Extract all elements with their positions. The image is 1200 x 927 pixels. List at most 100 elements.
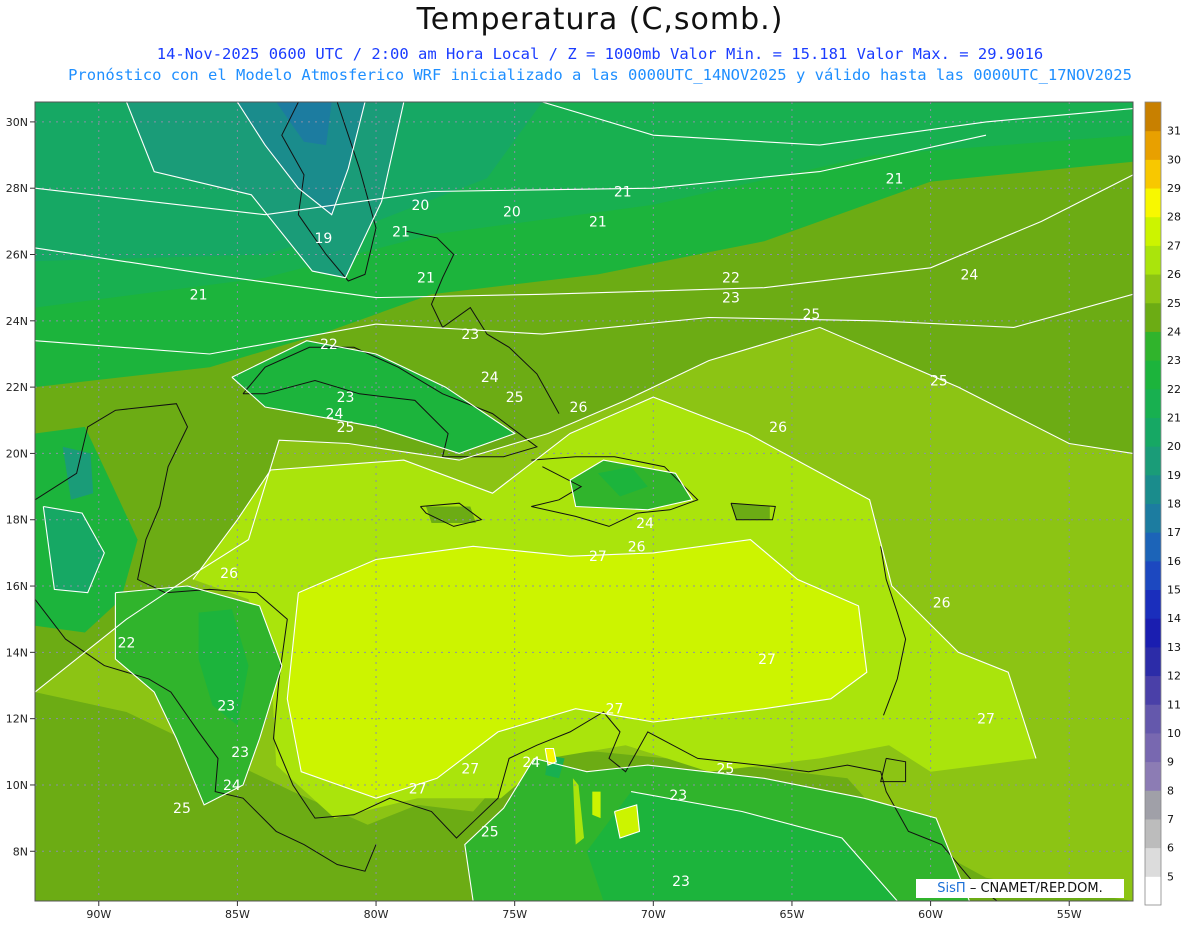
contour-label-26: 26: [220, 566, 238, 582]
contour-label-23: 23: [672, 874, 690, 890]
xtick-label: 85W: [225, 908, 250, 921]
contour-label-19: 19: [314, 231, 332, 247]
ytick-label: 22N: [6, 381, 28, 394]
map-canvas: 20 20 19 21 21 21 21 21 21 22 23 23 22 24 24 25 25 25 23 24…: [6, 101, 1181, 921]
colorbar-swatch: [1145, 532, 1161, 562]
contour-label-22: 22: [722, 271, 740, 287]
ytick-label: 10N: [6, 779, 28, 792]
contour-label-24: 24: [960, 267, 978, 283]
contour-label-26: 26: [570, 400, 588, 416]
colorbar-swatch: [1145, 360, 1161, 390]
map-title: Temperatura (C,somb.): [416, 2, 784, 37]
colorbar-label: 28: [1167, 211, 1181, 224]
colorbar-swatch: [1145, 618, 1161, 648]
colorbar-swatch: [1145, 188, 1161, 218]
colorbar-label: 9: [1167, 756, 1174, 769]
colorbar-label: 8: [1167, 784, 1174, 797]
xtick-label: 80W: [364, 908, 389, 921]
field-jamaica-24: [426, 506, 476, 523]
contour-label-21: 21: [589, 214, 607, 230]
contour-label-27: 27: [758, 652, 776, 668]
colorbar: 5 6 7 8 9 10 11 12 13 14 15 16 17 18 19 20 21 22 23 24 25 26 2…: [1144, 101, 1181, 906]
contour-label-21: 21: [392, 224, 410, 240]
colorbar-label: 16: [1167, 555, 1181, 568]
credit-text: – CNAMET/REP.DOM.: [969, 881, 1103, 896]
contour-label-25: 25: [337, 420, 355, 436]
contour-label-25: 25: [506, 390, 524, 406]
colorbar-swatch: [1145, 818, 1161, 849]
colorbar-label: 7: [1167, 813, 1174, 826]
colorbar-label: 27: [1167, 239, 1181, 252]
colorbar-label: 11: [1167, 698, 1181, 711]
xtick-label: 75W: [502, 908, 527, 921]
contour-label-24: 24: [481, 370, 499, 386]
contour-label-27: 27: [977, 712, 995, 728]
contour-label-20: 20: [411, 198, 429, 214]
colorbar-label: 14: [1167, 612, 1181, 625]
colorbar-label: 13: [1167, 641, 1181, 654]
colorbar-swatch: [1145, 446, 1161, 476]
colorbar-label: 6: [1167, 842, 1174, 855]
contour-label-26: 26: [933, 596, 951, 612]
ytick-label: 28N: [6, 182, 28, 195]
contour-label-26: 26: [628, 539, 646, 555]
contour-label-27: 27: [461, 761, 479, 777]
longitude-ticks: 90W 85W 80W 75W 70W 65W 60W 55W: [86, 901, 1082, 921]
colorbar-label: 23: [1167, 354, 1181, 367]
colorbar-label: 17: [1167, 526, 1181, 539]
contour-label-25: 25: [173, 801, 191, 817]
xtick-label: 55W: [1057, 908, 1082, 921]
colorbar-label: 25: [1167, 297, 1181, 310]
colorbar-label: 31: [1167, 125, 1181, 138]
contour-label-26: 26: [769, 420, 787, 436]
ytick-label: 30N: [6, 116, 28, 129]
colorbar-swatch: [1145, 876, 1161, 906]
contour-label-20: 20: [503, 204, 521, 220]
contour-label-27: 27: [409, 781, 427, 797]
contour-label-27: 27: [589, 549, 607, 565]
colorbar-swatch: [1145, 474, 1161, 504]
colorbar-swatch: [1145, 159, 1161, 189]
ytick-label: 26N: [6, 249, 28, 262]
ytick-label: 8N: [13, 845, 28, 858]
colorbar-label: 30: [1167, 153, 1181, 166]
xtick-label: 60W: [918, 908, 943, 921]
ytick-label: 20N: [6, 447, 28, 460]
colorbar-swatch: [1145, 102, 1161, 132]
field-hot-spot-3: [592, 791, 601, 819]
contour-label-21: 21: [886, 171, 904, 187]
colorbar-label: 29: [1167, 182, 1181, 195]
colorbar-label: 5: [1167, 870, 1174, 883]
colorbar-swatch: [1145, 388, 1161, 418]
colorbar-swatch: [1145, 847, 1161, 877]
colorbar-swatch: [1145, 302, 1161, 332]
contour-label-25: 25: [802, 307, 820, 323]
contour-label-27: 27: [606, 702, 624, 718]
contour-label-23: 23: [461, 327, 479, 343]
colorbar-label: 18: [1167, 498, 1181, 511]
subtitle-run-info: 14-Nov-2025 0600 UTC / 2:00 am Hora Loca…: [156, 45, 1044, 63]
credit-box: SisΠ – CNAMET/REP.DOM.: [916, 879, 1124, 898]
contour-label-23: 23: [337, 390, 355, 406]
colorbar-swatch: [1145, 274, 1161, 304]
temperature-field: [35, 102, 1133, 901]
contour-label-23: 23: [722, 291, 740, 307]
colorbar-swatch: [1145, 732, 1161, 763]
colorbar-swatch: [1145, 503, 1161, 533]
latitude-ticks: 30N 28N 26N 24N 22N 20N 18N 16N 14N 12N 10N 8N: [6, 116, 35, 858]
colorbar-label: 15: [1167, 584, 1181, 597]
colorbar-swatch: [1145, 245, 1161, 275]
colorbar-label: 12: [1167, 670, 1181, 683]
contour-label-25: 25: [716, 761, 734, 777]
colorbar-swatch: [1145, 761, 1161, 791]
colorbar-label: 20: [1167, 440, 1181, 453]
xtick-label: 65W: [780, 908, 805, 921]
ytick-label: 16N: [6, 580, 28, 593]
contour-label-23: 23: [231, 745, 249, 761]
contour-label-24: 24: [223, 778, 241, 794]
colorbar-swatch: [1145, 790, 1161, 820]
ytick-label: 24N: [6, 315, 28, 328]
contour-label-23: 23: [217, 698, 235, 714]
contour-label-21: 21: [417, 271, 435, 287]
colorbar-swatch: [1145, 216, 1161, 246]
